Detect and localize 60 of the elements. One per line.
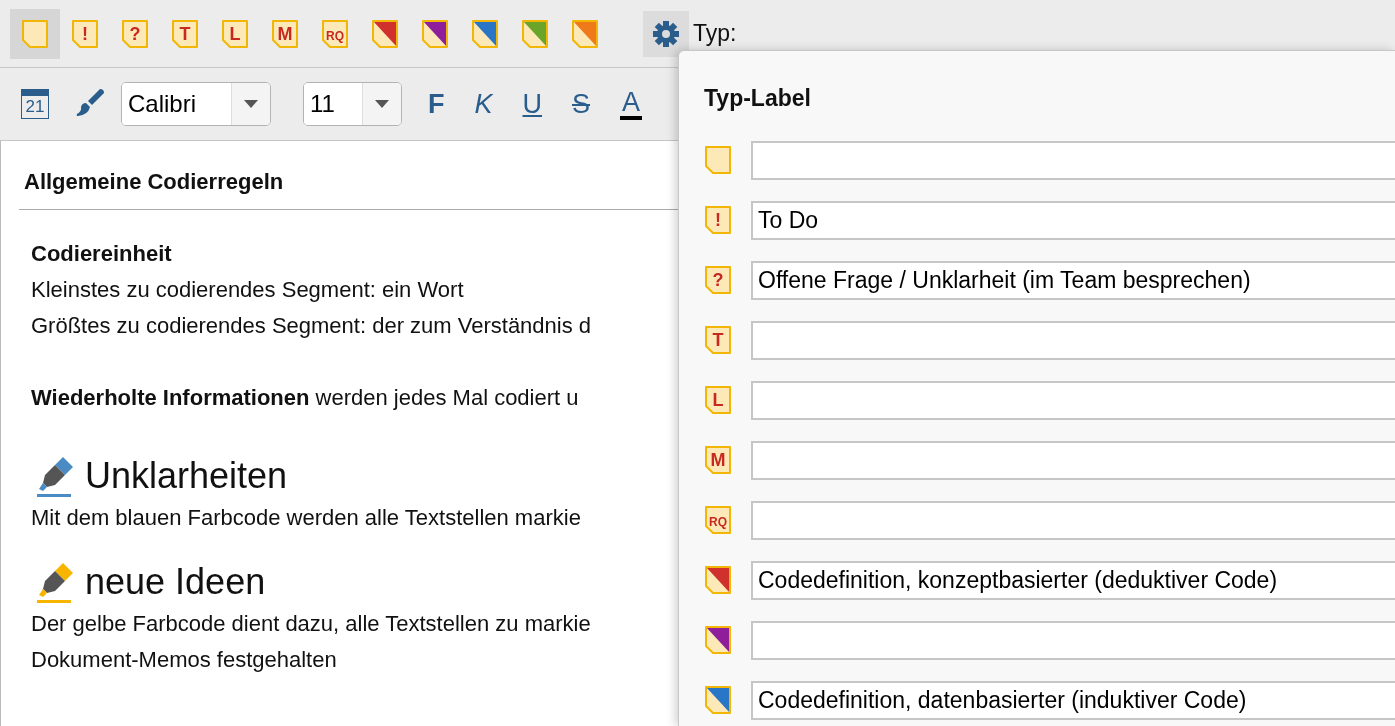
memo-type-icon: L (704, 385, 732, 415)
body-text: Mit dem blauen Farbcode werden alle Textstellen markie (31, 504, 581, 532)
label-input-field[interactable] (751, 500, 1395, 540)
memo-type-icon (704, 625, 732, 655)
label-input-field[interactable] (751, 380, 1395, 420)
memo-type-icon: M (271, 18, 299, 49)
underline-button[interactable]: U (510, 88, 554, 120)
memo-type-button[interactable]: ! (60, 8, 110, 59)
memo-type-icon (421, 18, 449, 49)
body-text: Kleinstes zu codierendes Segment: ein Wort (31, 276, 464, 304)
label-input-field[interactable]: Codedefinition, datenbasierter (induktiver Code) (751, 680, 1395, 720)
memo-type-icon: ? (704, 265, 732, 295)
text-color-button[interactable]: A (620, 88, 643, 120)
label-input-field[interactable] (751, 440, 1395, 480)
panel-title: Typ-Label (704, 85, 812, 112)
font-size-dropdown[interactable]: 11 (303, 82, 402, 126)
body-text: Der gelbe Farbcode dient dazu, alle Textstellen zu markie (31, 610, 591, 638)
section-heading: neue Ideen (85, 560, 266, 604)
memo-type-icon: ! (71, 18, 99, 49)
bold-button[interactable]: F (416, 88, 457, 120)
memo-type-button[interactable]: M (260, 8, 310, 59)
memo-type-icon: RQ (321, 18, 349, 49)
caret-icon (244, 100, 259, 108)
section-heading: Unklarheiten (85, 454, 288, 498)
memo-type-icon (704, 145, 732, 175)
memo-type-icon (571, 18, 599, 49)
caret-icon (375, 100, 390, 108)
memo-type-button[interactable]: T (160, 8, 210, 59)
label-input-field[interactable] (751, 140, 1395, 180)
label-input-field[interactable]: Offene Frage / Unklarheit (im Team besprechen) (751, 260, 1395, 300)
memo-type-icon (471, 18, 499, 49)
memo-type-icon: ! (704, 205, 732, 235)
label-input-field[interactable] (751, 320, 1395, 360)
memo-type-icon: T (171, 18, 199, 49)
memo-type-icon: ? (121, 18, 149, 49)
memo-type-icon (371, 18, 399, 49)
strikethrough-button[interactable]: S (560, 88, 603, 120)
memo-type-icon (21, 18, 49, 49)
memo-type-icon: T (704, 325, 732, 355)
memo-type-icon: M (704, 445, 732, 475)
memo-type-button[interactable]: ? (110, 8, 160, 59)
italic-button[interactable]: K (462, 88, 505, 120)
paragraph-heading: Codiereinheit (31, 240, 172, 268)
settings-button[interactable] (643, 10, 689, 57)
settings-icon (651, 18, 681, 49)
label-input-field[interactable]: To Do (751, 200, 1395, 240)
font-dropdown[interactable]: Calibri (121, 82, 271, 126)
body-text: Dokument-Memos festgehalten (31, 646, 337, 674)
memo-type-icon (704, 565, 732, 595)
label-input-field[interactable] (751, 620, 1395, 660)
memo-type-icon (704, 685, 732, 715)
body-text: Wiederholte Informationen werden jedes Mal codiert u (31, 384, 579, 412)
memo-type-icon (521, 18, 549, 49)
memo-type-icon: L (221, 18, 249, 49)
label-input-field[interactable]: Codedefinition, konzeptbasierter (deduktiver Code) (751, 560, 1395, 600)
memo-type-button[interactable]: RQ (310, 8, 360, 59)
memo-type-button[interactable]: L (210, 8, 260, 59)
type-label: Typ: (693, 20, 737, 47)
memo-type-icon: RQ (704, 505, 732, 535)
body-text: Größtes zu codierendes Segment: der zum Verständnis d (31, 312, 592, 340)
